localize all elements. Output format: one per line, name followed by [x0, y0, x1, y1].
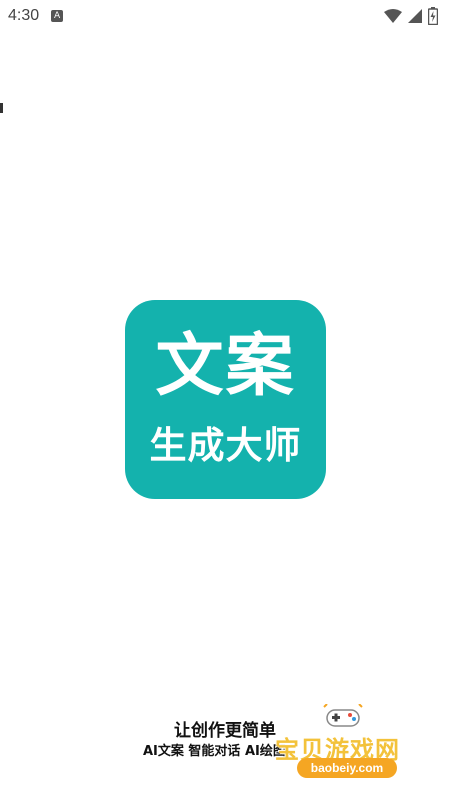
status-time: 4:30 [8, 7, 40, 24]
logo-title: 文案 [155, 327, 296, 406]
status-bar: 4:30 A [0, 0, 450, 32]
app-logo: 文案 生成大师 [125, 300, 326, 499]
status-left: 4:30 A [8, 7, 64, 25]
gamepad-icon [323, 704, 363, 727]
wifi-icon [384, 9, 402, 23]
watermark: 宝贝游戏网 baobeiy.com [275, 702, 420, 784]
signal-icon [408, 9, 422, 23]
notification-icon: A [51, 10, 64, 22]
watermark-url: baobeiy.com [297, 758, 397, 778]
logo-subtitle: 生成大师 [149, 424, 302, 467]
battery-icon [428, 7, 438, 25]
edge-indicator [0, 103, 3, 113]
features-text: AI文案 智能对话 AI绘图 [143, 744, 286, 759]
status-right [384, 7, 438, 25]
